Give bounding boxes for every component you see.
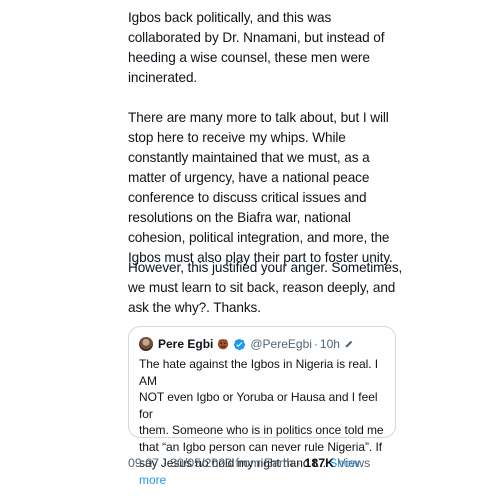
meta-separator: · — [296, 456, 301, 470]
quoted-text-line: them. Someone who is in politics once to… — [139, 423, 384, 437]
quoted-author-handle[interactable]: @PereEgbi — [250, 337, 312, 351]
tweet-date[interactable]: 30/05/2023 — [170, 456, 232, 470]
quoted-text-line: NOT even Igbo or Yoruba or Hausa and I f… — [139, 390, 378, 421]
quoted-tweet-header: Pere Egbi @PereEgbi · 10h — [139, 335, 385, 353]
avatar[interactable] — [139, 337, 153, 351]
quoted-author-name[interactable]: Pere Egbi — [158, 337, 213, 351]
views-count[interactable]: 187K — [304, 456, 334, 470]
quoted-text-line: The hate against the Igbos in Nigeria is… — [139, 357, 379, 388]
quoted-tweet-card[interactable]: Pere Egbi @PereEgbi · 10h The hate again… — [128, 326, 396, 487]
tweet-time[interactable]: 09:07 — [128, 456, 159, 470]
meta-separator: · — [162, 456, 167, 470]
tweet-paragraph-3: However, this justified your anger. Some… — [128, 260, 403, 315]
tweet-paragraph-1: Igbos back politically, and this was col… — [128, 10, 385, 85]
tweet-source: from Earth — [235, 456, 294, 470]
edit-pencil-icon — [345, 340, 353, 348]
views-label: Views — [337, 456, 371, 470]
face-emoji-icon — [218, 339, 229, 350]
tweet-paragraph-2: There are many more to talk about, but I… — [128, 110, 393, 265]
tweet-meta: 09:07 · 30/05/2023 from Earth · 187K Vie… — [128, 456, 370, 470]
quoted-text-line: that “an Igbo person can never rule Nige… — [139, 439, 383, 454]
verified-badge-icon — [234, 338, 246, 350]
quoted-tweet-time[interactable]: 10h — [320, 337, 340, 351]
header-separator: · — [313, 337, 318, 351]
